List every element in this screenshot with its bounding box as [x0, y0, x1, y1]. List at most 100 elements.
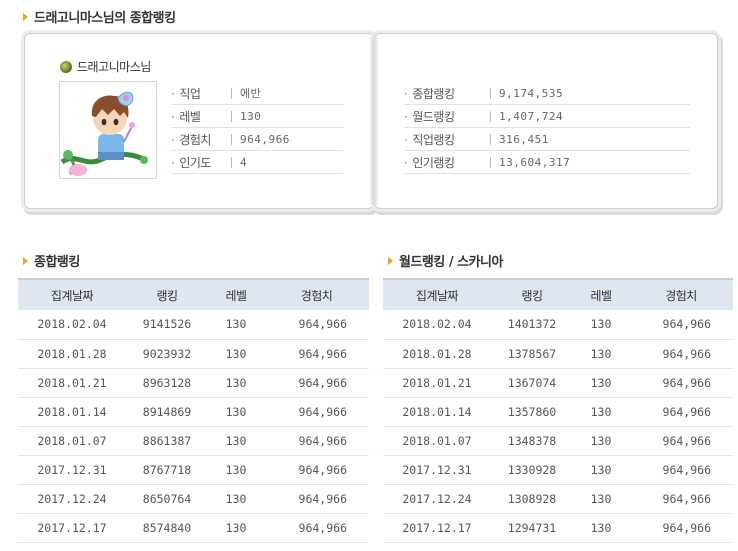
cell-level: 130 [573, 397, 629, 427]
table-row: 2018.01.14 1357860 130 964,966 [383, 397, 733, 427]
rank-value: 13,604,317 [499, 155, 571, 169]
cell-date: 2018.01.07 [383, 426, 491, 456]
col-header-exp: 경험치 [629, 278, 733, 310]
info-row-fame: 인기도 4 [171, 151, 343, 174]
col-header-level: 레벨 [208, 278, 264, 310]
character-avatar-icon [60, 82, 156, 178]
info-value: 130 [240, 109, 262, 123]
cell-date: 2018.01.07 [18, 426, 126, 456]
overall-ranking-title-wrap: 종합랭킹 [23, 251, 80, 270]
cell-rank: 1294731 [491, 513, 573, 543]
table-row: 2018.02.04 9141526 130 964,966 [18, 310, 369, 340]
info-label: 인기도 [171, 154, 231, 171]
rank-label: 종합랭킹 [404, 85, 490, 102]
cell-level: 130 [573, 513, 629, 543]
page-title: 드래고니마스님의 종합랭킹 [34, 11, 176, 26]
cell-exp: 964,966 [264, 513, 369, 543]
rank-label: 월드랭킹 [404, 108, 490, 125]
info-row-exp: 경험치 964,966 [171, 128, 343, 151]
cell-date: 2018.01.14 [383, 397, 491, 427]
table-row: 2018.01.21 1367074 130 964,966 [383, 368, 733, 398]
info-value: 4 [240, 155, 248, 169]
rank-label: 직업랭킹 [404, 131, 490, 148]
rank-row-overall: 종합랭킹 9,174,535 [404, 82, 690, 105]
table-row: 2018.01.07 8861387 130 964,966 [18, 426, 369, 456]
cell-exp: 964,966 [629, 339, 733, 369]
info-row-level: 레벨 130 [171, 105, 343, 128]
separator [231, 133, 232, 145]
table-row: 2017.12.31 8767718 130 964,966 [18, 455, 369, 485]
table-row: 2017.12.31 1330928 130 964,966 [383, 455, 733, 485]
col-header-date: 집계날짜 [18, 278, 126, 310]
cell-rank: 8963128 [126, 368, 208, 398]
cell-level: 130 [573, 310, 629, 340]
cell-exp: 964,966 [629, 484, 733, 514]
table-row: 2018.01.21 8963128 130 964,966 [18, 368, 369, 398]
character-info-list: 직업 에반 레벨 130 경험치 964,966 인기도 4 [171, 82, 343, 174]
cell-rank: 1348378 [491, 426, 573, 456]
col-header-date: 집계날짜 [383, 278, 491, 310]
cell-rank: 8574840 [126, 513, 208, 543]
info-row-job: 직업 에반 [171, 82, 343, 105]
cell-level: 130 [573, 426, 629, 456]
cell-exp: 964,966 [264, 455, 369, 485]
cell-date: 2018.01.28 [383, 339, 491, 369]
table-row: 2017.12.17 8574840 130 964,966 [18, 513, 369, 543]
cell-date: 2018.01.14 [18, 397, 126, 427]
cell-level: 130 [573, 339, 629, 369]
table-row: 2017.12.17 1294731 130 964,966 [383, 513, 733, 543]
rank-row-job: 직업랭킹 316,451 [404, 128, 690, 151]
cell-rank: 8650764 [126, 484, 208, 514]
cell-date: 2017.12.17 [383, 513, 491, 543]
separator [231, 110, 232, 122]
cell-rank: 8767718 [126, 455, 208, 485]
world-ranking-title: 월드랭킹 / 스카니아 [399, 255, 503, 270]
separator [231, 156, 232, 168]
guild-emblem-icon [60, 60, 72, 73]
cell-rank: 1357860 [491, 397, 573, 427]
page-title-wrap: 드래고니마스님의 종합랭킹 [23, 7, 176, 26]
separator [231, 87, 232, 99]
cell-level: 130 [573, 368, 629, 398]
arrow-bullet-icon [23, 12, 28, 21]
arrow-bullet-icon [23, 256, 28, 265]
separator [490, 110, 491, 122]
info-label: 직업 [171, 85, 231, 102]
cell-exp: 964,966 [629, 397, 733, 427]
table-row: 2018.01.28 1378567 130 964,966 [383, 339, 733, 369]
info-label: 레벨 [171, 108, 231, 125]
info-label: 경험치 [171, 131, 231, 148]
cell-date: 2018.02.04 [383, 310, 491, 340]
cell-rank: 1308928 [491, 484, 573, 514]
rank-value: 316,451 [499, 132, 549, 146]
info-value: 에반 [240, 87, 262, 100]
cell-rank: 8861387 [126, 426, 208, 456]
cell-level: 130 [208, 513, 264, 543]
cell-date: 2017.12.17 [18, 513, 126, 543]
cell-exp: 964,966 [264, 484, 369, 514]
cell-level: 130 [208, 484, 264, 514]
table-row: 2018.01.07 1348378 130 964,966 [383, 426, 733, 456]
rank-value: 9,174,535 [499, 86, 564, 100]
cell-exp: 964,966 [629, 513, 733, 543]
cell-date: 2018.01.21 [383, 368, 491, 398]
rank-value: 1,407,724 [499, 109, 564, 123]
cell-exp: 964,966 [264, 397, 369, 427]
profile-card: 드래고니마스님 · 직업 에반 · 레벨 130 · 경험치 964,966 ·… [21, 33, 725, 211]
cell-exp: 964,966 [264, 426, 369, 456]
col-header-exp: 경험치 [264, 278, 369, 310]
table-row: 2018.01.14 8914869 130 964,966 [18, 397, 369, 427]
table-row: 2018.02.04 1401372 130 964,966 [383, 310, 733, 340]
overall-ranking-table: 집계날짜 랭킹 레벨 경험치 2018.02.04 9141526 130 964,9… [18, 278, 369, 543]
cell-rank: 1367074 [491, 368, 573, 398]
cell-rank: 8914869 [126, 397, 208, 427]
cell-level: 130 [208, 426, 264, 456]
cell-rank: 9023932 [126, 339, 208, 369]
cell-exp: 964,966 [264, 368, 369, 398]
rank-row-world: 월드랭킹 1,407,724 [404, 105, 690, 128]
rank-label: 인기랭킹 [404, 154, 490, 171]
separator [490, 87, 491, 99]
character-avatar [59, 81, 157, 179]
cell-exp: 964,966 [629, 368, 733, 398]
world-ranking-table: 집계날짜 랭킹 레벨 경험치 2018.02.04 1401372 130 964,9… [383, 278, 733, 543]
